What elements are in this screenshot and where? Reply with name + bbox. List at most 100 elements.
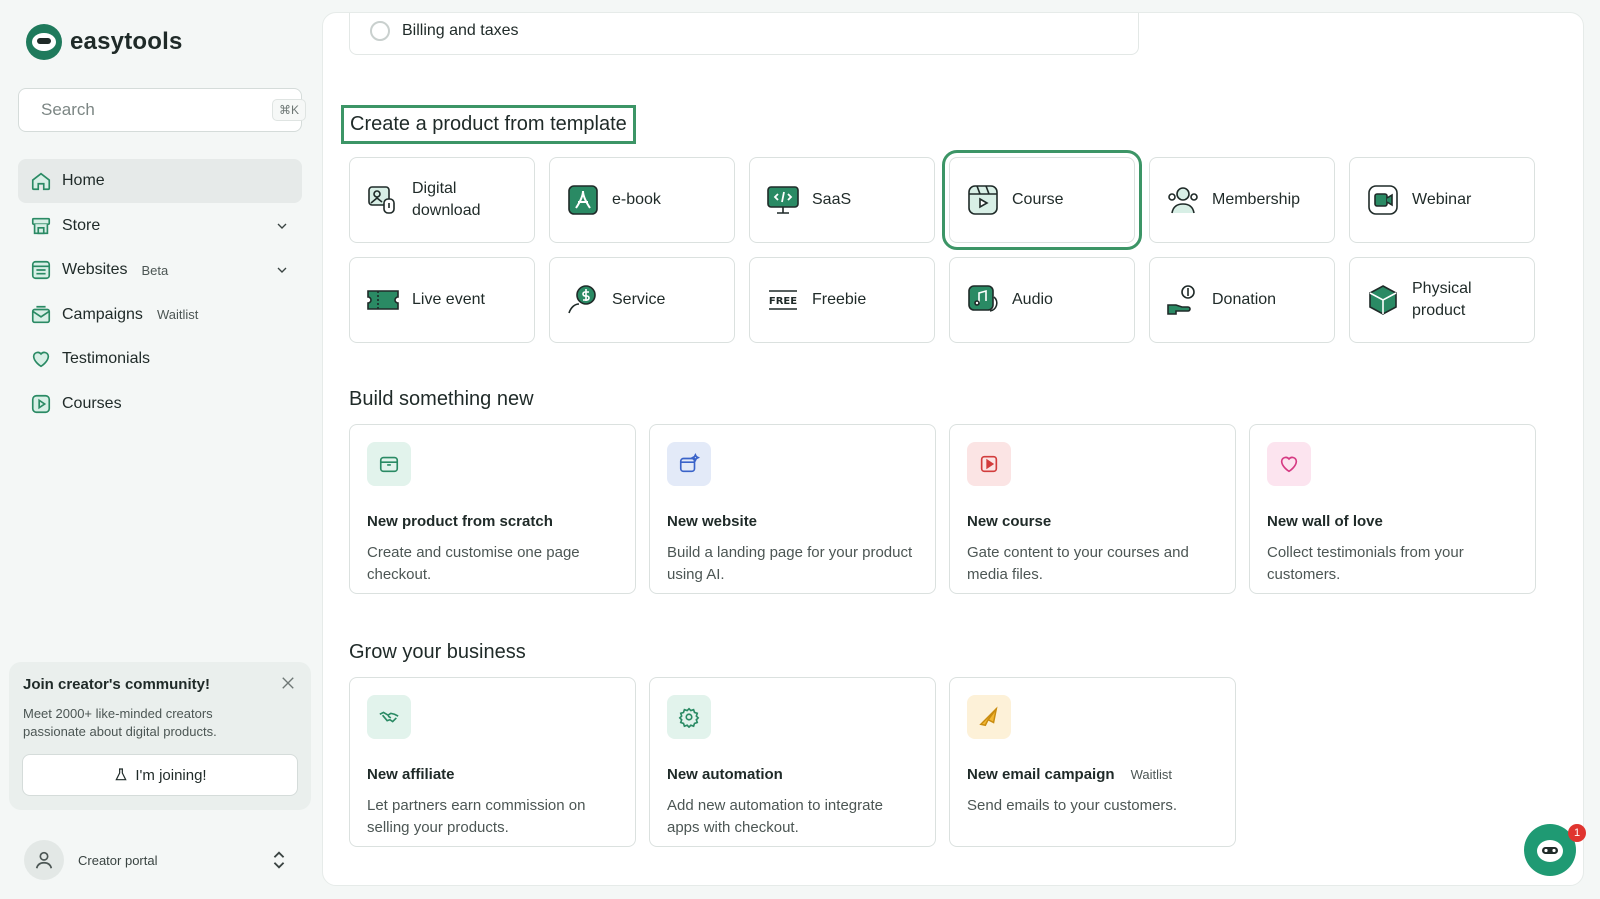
community-title: Join creator's community! xyxy=(23,676,210,693)
card-description: Gate content to your courses and media f… xyxy=(967,544,1189,583)
template-webinar[interactable]: Webinar xyxy=(1349,157,1535,243)
main-panel: Billing and taxes Create a product from … xyxy=(322,12,1584,886)
free-icon: FREE xyxy=(766,283,800,317)
sidebar-item-label: Home xyxy=(62,172,105,189)
card-description: Create and customise one page checkout. xyxy=(367,544,580,583)
box-icon xyxy=(1366,283,1400,317)
template-course[interactable]: Course xyxy=(942,150,1142,250)
template-donation[interactable]: Donation xyxy=(1149,257,1335,343)
template-membership[interactable]: Membership xyxy=(1149,157,1335,243)
sidebar-nav: Home Store Websites Beta Campaigns Waitl… xyxy=(18,159,302,426)
card-description: Build a landing page for your product us… xyxy=(667,544,913,583)
template-label: e-book xyxy=(612,191,661,208)
app-name: easytools xyxy=(70,28,183,55)
join-button-label: I'm joining! xyxy=(135,766,207,784)
card-title: New wall of love xyxy=(1267,513,1383,530)
search-input[interactable] xyxy=(41,100,262,120)
new-course-card[interactable]: New course Gate content to your courses … xyxy=(949,424,1236,594)
template-label: SaaS xyxy=(812,191,852,208)
template-ebook[interactable]: e-book xyxy=(549,157,735,243)
flask-icon xyxy=(115,768,128,781)
campaigns-icon xyxy=(30,304,52,326)
sidebar-item-testimonials[interactable]: Testimonials xyxy=(18,337,302,381)
search-box[interactable]: ⌘K xyxy=(18,88,307,132)
card-description: Add new automation to integrate apps wit… xyxy=(667,797,883,836)
template-label: Course xyxy=(1012,191,1064,208)
new-wall-of-love-card[interactable]: New wall of love Collect testimonials fr… xyxy=(1249,424,1536,594)
join-community-button[interactable]: I'm joining! xyxy=(22,754,298,796)
sidebar-item-websites[interactable]: Websites Beta xyxy=(18,248,302,292)
creator-portal-switcher[interactable]: Creator portal xyxy=(18,838,302,882)
sidebar-item-label: Courses xyxy=(62,394,122,412)
ticket-icon xyxy=(366,283,400,317)
webinar-icon xyxy=(1366,183,1400,217)
card-title: New email campaign xyxy=(967,766,1115,783)
new-automation-card[interactable]: New automation Add new automation to int… xyxy=(649,677,936,847)
store-icon xyxy=(30,215,52,237)
heart-icon xyxy=(1267,442,1311,486)
card-title: New website xyxy=(667,513,758,530)
sidebar-item-label: Testimonials xyxy=(62,350,151,367)
donation-icon xyxy=(1166,283,1200,317)
ebook-icon xyxy=(566,183,600,217)
home-icon xyxy=(30,170,52,192)
chevron-down-icon[interactable] xyxy=(274,262,290,278)
card-title: New product from scratch xyxy=(367,513,553,530)
billing-radio[interactable] xyxy=(370,21,390,41)
template-label: Digital download xyxy=(412,180,481,219)
search-shortcut: ⌘K xyxy=(272,99,307,121)
sidebar-item-store[interactable]: Store xyxy=(18,204,302,248)
close-icon[interactable] xyxy=(279,674,297,692)
websites-icon xyxy=(30,259,52,281)
new-affiliate-card[interactable]: New affiliate Let partners earn commissi… xyxy=(349,677,636,847)
waitlist-badge: Waitlist xyxy=(1130,767,1172,782)
new-website-card[interactable]: New website Build a landing page for you… xyxy=(649,424,936,594)
logo-icon xyxy=(26,24,62,60)
template-physical-product[interactable]: Physical product xyxy=(1349,257,1535,343)
sidebar-item-label: Campaigns xyxy=(62,305,143,323)
play-icon xyxy=(30,393,52,415)
sidebar-item-courses[interactable]: Courses xyxy=(18,382,302,426)
paper-plane-icon xyxy=(967,695,1011,739)
template-label: Live event xyxy=(412,291,485,308)
card-title: New automation xyxy=(667,766,783,783)
new-email-campaign-card[interactable]: New email campaign Waitlist Send emails … xyxy=(949,677,1236,847)
template-digital-download[interactable]: Digital download xyxy=(349,157,535,243)
user-icon xyxy=(24,840,64,880)
sidebar-item-label: Websites xyxy=(62,261,128,278)
template-label: Physical product xyxy=(1412,280,1472,319)
waitlist-badge: Waitlist xyxy=(156,307,199,322)
svg-text:FREE: FREE xyxy=(769,296,797,307)
billing-option[interactable]: Billing and taxes xyxy=(349,13,1139,55)
card-description: Let partners earn commission on selling … xyxy=(367,797,586,836)
chevron-updown-icon[interactable] xyxy=(270,849,288,871)
sidebar: easytools ⌘K Home Store Websites Beta xyxy=(0,0,322,899)
card-title: New affiliate xyxy=(367,766,455,783)
template-service[interactable]: Service xyxy=(549,257,735,343)
grow-section-title: Grow your business xyxy=(349,641,526,663)
course-icon xyxy=(966,183,1000,217)
billing-label: Billing and taxes xyxy=(402,22,519,39)
template-section-title: Create a product from template xyxy=(341,105,636,144)
new-product-card[interactable]: New product from scratch Create and cust… xyxy=(349,424,636,594)
template-saas[interactable]: SaaS xyxy=(749,157,935,243)
chevron-down-icon[interactable] xyxy=(274,218,290,234)
service-icon xyxy=(566,283,600,317)
template-freebie[interactable]: FREE Freebie xyxy=(749,257,935,343)
sidebar-item-home[interactable]: Home xyxy=(18,159,302,203)
template-audio[interactable]: Audio xyxy=(949,257,1135,343)
card-description: Send emails to your customers. xyxy=(967,797,1178,814)
template-label: Membership xyxy=(1212,191,1301,208)
heart-icon xyxy=(30,348,52,370)
website-sparkle-icon xyxy=(667,442,711,486)
template-label: Audio xyxy=(1012,291,1053,308)
template-live-event[interactable]: Live event xyxy=(349,257,535,343)
digital-download-icon xyxy=(366,183,400,217)
template-label: Webinar xyxy=(1412,191,1472,208)
community-text: Meet 2000+ like-minded creators passiona… xyxy=(23,706,217,739)
sidebar-item-campaigns[interactable]: Campaigns Waitlist xyxy=(18,293,302,337)
handshake-icon xyxy=(367,695,411,739)
app-logo[interactable]: easytools xyxy=(26,24,183,60)
build-section-title: Build something new xyxy=(349,388,534,410)
notification-badge: 1 xyxy=(1568,824,1586,842)
